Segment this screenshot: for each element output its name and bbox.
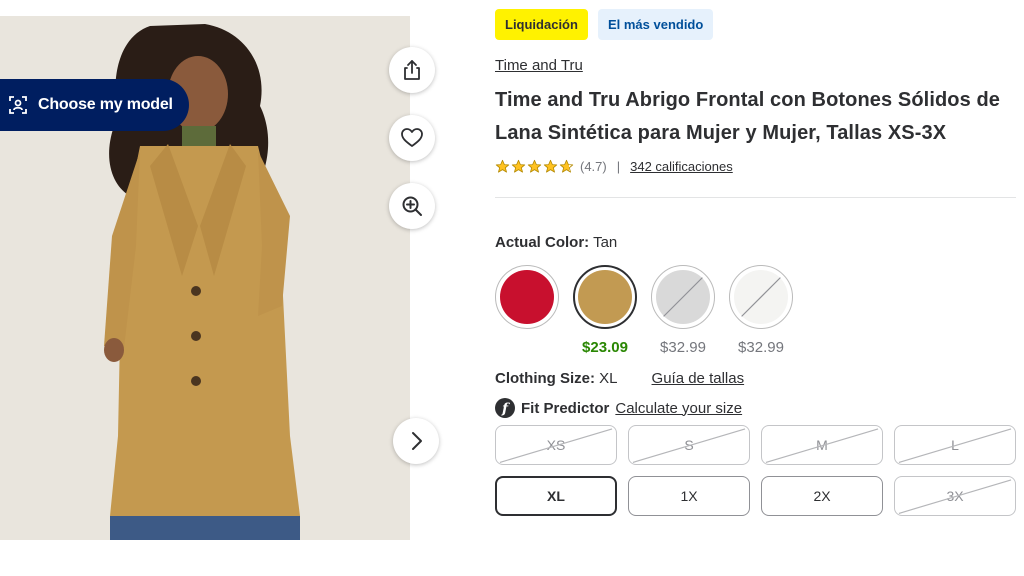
color-swatch-button[interactable] [573, 265, 637, 329]
unavailable-strike-icon [898, 479, 1012, 514]
color-label: Actual Color: Tan [495, 234, 1020, 251]
size-option-s[interactable]: S [628, 425, 750, 465]
color-swatch-fill [578, 270, 632, 324]
color-value: Tan [593, 234, 618, 251]
color-swatch-option: $32.99 [651, 265, 715, 356]
color-swatch-button[interactable] [729, 265, 793, 329]
size-option-xs[interactable]: XS [495, 425, 617, 465]
star-rating [495, 159, 574, 174]
unavailable-strike-icon [741, 277, 781, 317]
unavailable-strike-icon [499, 428, 613, 463]
star-icon [559, 159, 574, 173]
color-swatch-option [495, 265, 559, 356]
swatch-price: $23.09 [582, 339, 628, 356]
unavailable-strike-icon [632, 428, 746, 463]
choose-my-model-button[interactable]: Choose my model [0, 79, 189, 131]
color-swatch-button[interactable] [651, 265, 715, 329]
clearance-badge: Liquidación [495, 9, 588, 40]
favorite-button[interactable] [389, 115, 435, 161]
swatch-price: $32.99 [738, 339, 784, 356]
product-image-area: Choose my model [0, 16, 410, 540]
size-option-3x[interactable]: 3X [894, 476, 1016, 516]
size-option-1x[interactable]: 1X [628, 476, 750, 516]
swatch-price: $32.99 [660, 339, 706, 356]
color-swatch-button[interactable] [495, 265, 559, 329]
size-row: Clothing Size: XL Guía de tallas [495, 370, 1020, 387]
size-options: XS S M L XL 1X 2X 3X [495, 425, 1020, 516]
color-label-key: Actual Color: [495, 234, 590, 251]
size-value: XL [599, 370, 618, 387]
size-label-key: Clothing Size: [495, 370, 595, 387]
unavailable-strike-icon [663, 277, 703, 317]
badges: Liquidación El más vendido [495, 9, 1020, 40]
rating-separator: | [616, 159, 621, 174]
choose-my-model-label: Choose my model [38, 96, 173, 113]
size-option-2x[interactable]: 2X [761, 476, 883, 516]
rating-value: (4.7) [580, 159, 607, 174]
best-seller-badge: El más vendido [597, 9, 714, 40]
star-icon [543, 159, 558, 173]
ratings-count-link[interactable]: 342 calificaciones [630, 159, 733, 174]
unavailable-strike-icon [898, 428, 1012, 463]
share-icon [404, 60, 420, 80]
size-option-label: 1X [680, 488, 698, 504]
calculate-size-link[interactable]: Calculate your size [615, 400, 742, 417]
star-icon [495, 159, 510, 173]
next-image-button[interactable] [393, 418, 439, 464]
product-info: Liquidación El más vendido Time and Tru … [495, 9, 1020, 516]
product-title: Time and Tru Abrigo Frontal con Botones … [495, 89, 1001, 144]
fit-predictor-label: Fit Predictor [521, 399, 610, 417]
color-swatches: $23.09 $32.99 $32.99 [495, 265, 1020, 356]
color-swatch-option: $23.09 [573, 265, 637, 356]
fit-predictor-row: f Fit Predictor Calculate your size [495, 398, 1020, 418]
size-option-label: 2X [813, 488, 831, 504]
size-option-xl[interactable]: XL [495, 476, 617, 516]
divider [495, 197, 1016, 198]
fit-predictor-icon: f [495, 398, 515, 418]
color-swatch-option: $32.99 [729, 265, 793, 356]
size-option-m[interactable]: M [761, 425, 883, 465]
zoom-in-icon [402, 196, 422, 216]
color-swatch-fill [500, 270, 554, 324]
image-tools [389, 47, 435, 229]
star-icon [511, 159, 526, 173]
size-guide-link[interactable]: Guía de tallas [652, 370, 745, 387]
brand-link[interactable]: Time and Tru [495, 57, 583, 74]
star-icon [527, 159, 542, 173]
rating-row: (4.7) | 342 calificaciones [495, 159, 1020, 174]
size-option-l[interactable]: L [894, 425, 1016, 465]
chevron-right-icon [412, 432, 422, 450]
size-option-label: XL [547, 488, 565, 504]
unavailable-strike-icon [765, 428, 879, 463]
share-button[interactable] [389, 47, 435, 93]
model-scan-icon [9, 96, 27, 114]
heart-icon [401, 128, 423, 147]
zoom-button[interactable] [389, 183, 435, 229]
